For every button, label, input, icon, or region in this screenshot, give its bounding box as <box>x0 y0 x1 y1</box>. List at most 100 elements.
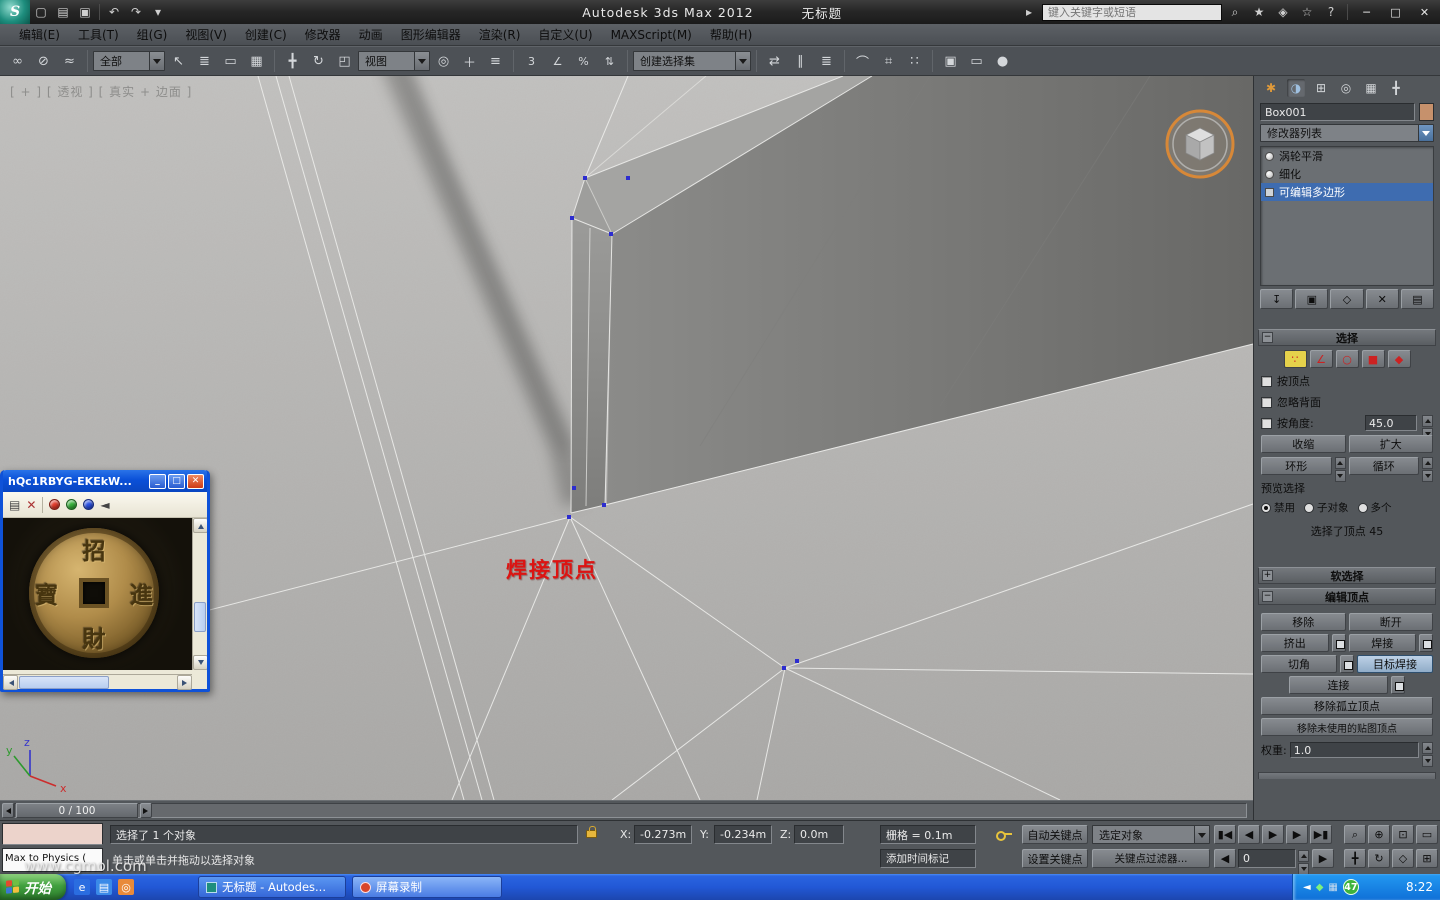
by-vertex-checkbox[interactable] <box>1261 375 1272 387</box>
render-setup-icon[interactable]: ▣ <box>938 49 963 73</box>
maximize-viewport-icon[interactable]: ⊞ <box>1416 849 1438 868</box>
remove-isolated-vertices-button[interactable]: 移除孤立顶点 <box>1261 697 1433 715</box>
frame-spinner[interactable] <box>1298 850 1309 875</box>
add-time-tag-field[interactable]: 添加时间标记 <box>880 849 976 868</box>
infocenter-search-input[interactable] <box>1042 3 1222 21</box>
selected-filter-combo[interactable]: 选定对象 <box>1092 825 1210 844</box>
sound-icon[interactable]: ◄ <box>100 498 109 512</box>
minimize-button[interactable]: ─ <box>1353 2 1380 22</box>
help-icon[interactable]: ? <box>1320 2 1342 22</box>
by-angle-checkbox[interactable] <box>1261 417 1272 429</box>
chamfer-button[interactable]: 切角 <box>1261 655 1337 673</box>
modifier-on-icon[interactable] <box>1265 169 1274 179</box>
pan-icon[interactable]: ╋ <box>1344 849 1366 868</box>
menu-group[interactable]: 组(G) <box>128 24 177 45</box>
infocenter-expand-icon[interactable]: ▸ <box>1018 2 1040 22</box>
motion-tab[interactable]: ◎ <box>1337 79 1355 97</box>
close-button[interactable]: ✕ <box>187 473 204 489</box>
menu-maxscript[interactable]: MAXScript(M) <box>602 24 701 45</box>
unlink-selection-icon[interactable]: ⊘ <box>31 49 56 73</box>
grow-button[interactable]: 扩大 <box>1348 435 1433 453</box>
application-menu-button[interactable]: S <box>0 0 30 24</box>
weld-settings-button[interactable] <box>1419 634 1433 652</box>
x-coord-field[interactable]: -0.273m <box>634 825 692 844</box>
snap-toggle-3d-icon[interactable]: 3 <box>519 49 544 73</box>
zoom-all-icon[interactable]: ⊕ <box>1368 825 1390 844</box>
key-filters-button[interactable]: 关键点过滤器... <box>1092 849 1210 868</box>
modifier-on-icon[interactable] <box>1265 151 1274 161</box>
modifier-list-dropdown[interactable]: 修改器列表 <box>1260 124 1434 142</box>
horizontal-scroll-thumb[interactable] <box>19 675 109 689</box>
previous-frame-arrow[interactable] <box>2 803 14 818</box>
modify-tab[interactable]: ◑ <box>1287 79 1305 97</box>
hierarchy-tab[interactable]: ⊞ <box>1312 79 1330 97</box>
communication-center-icon[interactable]: ◈ <box>1272 2 1294 22</box>
green-channel-icon[interactable] <box>66 499 78 510</box>
menu-graph-editors[interactable]: 图形编辑器 <box>392 24 470 45</box>
vertex-mode-icon[interactable]: ∵ <box>1283 350 1307 368</box>
reference-coordinate-combo[interactable]: 视图 <box>358 51 430 71</box>
extrude-settings-button[interactable] <box>1331 634 1346 652</box>
selection-lock-icon[interactable] <box>586 826 597 838</box>
show-end-result-icon[interactable]: ▣ <box>1295 289 1329 309</box>
orbit-icon[interactable]: ↻ <box>1368 849 1390 868</box>
save-file-icon[interactable]: ▣ <box>74 2 96 22</box>
image-viewer-window[interactable]: hQc1RBYG-EKEkW... _ □ ✕ ▤ ✕ ◄ 招 進 財 寶 <box>0 470 210 692</box>
select-by-name-icon[interactable]: ≣ <box>192 49 217 73</box>
set-key-button[interactable]: 设置关键点 <box>1022 849 1088 868</box>
next-frame-button[interactable]: ▶ <box>1286 825 1308 844</box>
previous-key-button[interactable]: ◀ <box>1214 849 1236 868</box>
search-go-icon[interactable]: ⌕ <box>1224 2 1246 22</box>
open-file-icon[interactable]: ▤ <box>52 2 74 22</box>
menu-modifiers[interactable]: 修改器 <box>296 24 350 45</box>
rendered-frame-icon[interactable]: ▭ <box>964 49 989 73</box>
break-button[interactable]: 断开 <box>1348 613 1433 631</box>
connect-button[interactable]: 连接 <box>1289 676 1388 694</box>
notification-badge[interactable]: 47 <box>1342 879 1359 895</box>
next-rollout-header-cropped[interactable] <box>1258 772 1436 779</box>
loop-spinner[interactable] <box>1422 457 1433 482</box>
next-frame-arrow[interactable] <box>140 803 152 818</box>
selection-filter-combo[interactable]: 全部 <box>93 51 165 71</box>
print-icon[interactable]: ▤ <box>9 498 20 512</box>
favorites-icon[interactable]: ☆ <box>1296 2 1318 22</box>
show-desktop-icon[interactable]: ▤ <box>96 879 112 895</box>
start-button[interactable]: 开始 <box>0 874 66 900</box>
taskbar-item-3dsmax[interactable]: 无标题 - Autodes... <box>198 876 346 898</box>
vertical-scrollbar[interactable] <box>192 518 207 670</box>
configure-modifier-sets-icon[interactable]: ▤ <box>1400 289 1435 309</box>
weight-value-field[interactable]: 1.0 <box>1289 742 1419 758</box>
viewer-title-bar[interactable]: hQc1RBYG-EKEkW... _ □ ✕ <box>3 470 207 492</box>
edit-vertices-rollout-header[interactable]: − 编辑顶点 <box>1258 588 1436 605</box>
go-to-end-button[interactable]: ▶▮ <box>1310 825 1332 844</box>
connect-settings-button[interactable] <box>1391 676 1405 694</box>
select-and-scale-icon[interactable]: ◰ <box>332 49 357 73</box>
y-coord-field[interactable]: -0.234m <box>714 825 772 844</box>
chevron-down-icon[interactable] <box>1194 826 1209 843</box>
render-production-icon[interactable]: ● <box>990 49 1015 73</box>
angle-value-field[interactable]: 45.0 <box>1365 415 1417 431</box>
horizontal-scrollbar[interactable] <box>3 674 192 690</box>
material-editor-icon[interactable]: ∷ <box>902 49 927 73</box>
align-icon[interactable]: ∥ <box>788 49 813 73</box>
time-slider-handle[interactable]: 0 / 100 <box>16 803 138 818</box>
preview-multiple-radio[interactable] <box>1357 502 1368 513</box>
current-frame-field[interactable] <box>1238 849 1296 868</box>
select-object-icon[interactable]: ↖ <box>166 49 191 73</box>
redo-icon[interactable]: ↷ <box>125 2 147 22</box>
layer-manager-icon[interactable]: ≣ <box>814 49 839 73</box>
blue-channel-icon[interactable] <box>83 499 95 510</box>
subscription-icon[interactable]: ★ <box>1248 2 1270 22</box>
delete-icon[interactable]: ✕ <box>26 498 36 512</box>
stack-item-tessellate[interactable]: 细化 <box>1261 165 1433 183</box>
menu-create[interactable]: 创建(C) <box>236 24 296 45</box>
keyboard-override-icon[interactable]: ≡ <box>483 49 508 73</box>
menu-rendering[interactable]: 渲染(R) <box>470 24 530 45</box>
object-name-field[interactable] <box>1260 103 1415 121</box>
chevron-down-icon[interactable] <box>735 52 750 70</box>
ring-spinner[interactable] <box>1334 457 1346 482</box>
named-selection-set-combo[interactable]: 创建选择集 <box>633 51 751 71</box>
minimize-button[interactable]: _ <box>149 473 166 489</box>
zoom-extents-icon[interactable]: ⊡ <box>1392 825 1414 844</box>
stack-item-editable-poly[interactable]: 可编辑多边形 <box>1261 183 1433 201</box>
